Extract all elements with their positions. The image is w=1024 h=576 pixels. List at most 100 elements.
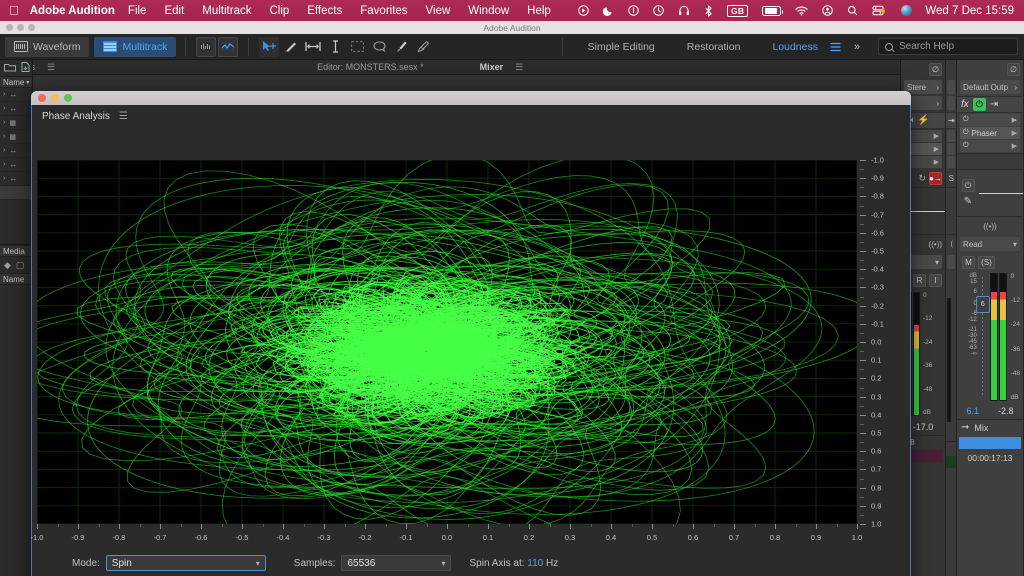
expand-chevron-icon[interactable]: › <box>3 105 5 112</box>
list-item[interactable]: › ↔ <box>0 88 32 102</box>
menu-clock[interactable]: Wed 7 Dec 15:59 <box>919 5 1024 17</box>
list-item[interactable]: › ↔ <box>0 144 32 158</box>
list-item[interactable]: › ▦ <box>0 130 32 144</box>
workspace-more-button[interactable]: » <box>847 37 867 57</box>
close-icon[interactable] <box>38 94 46 102</box>
search-help-input[interactable]: Search Help <box>878 38 1018 55</box>
marquee-select-icon[interactable] <box>347 37 367 57</box>
list-item[interactable]: › ↔ <box>0 172 32 186</box>
media-name-column-header[interactable]: Name <box>0 273 32 285</box>
master-bus-row[interactable]: ➞ Mix <box>957 419 1023 435</box>
workspace-menu-icon[interactable] <box>825 37 845 57</box>
info-circle-icon[interactable] <box>621 5 646 16</box>
headphones-icon[interactable] <box>671 5 697 16</box>
multitrack-view-button[interactable]: Multitrack <box>94 36 177 57</box>
media-browser-title[interactable]: Media <box>0 245 32 257</box>
razor-text-cursor-icon[interactable] <box>325 37 345 57</box>
spot-healing-brush-icon[interactable] <box>413 37 433 57</box>
bluetooth-icon[interactable] <box>697 4 720 17</box>
chevron-right-icon[interactable]: ▶ <box>1012 142 1017 150</box>
account-icon[interactable] <box>815 5 840 16</box>
input-monitor-button[interactable]: I <box>929 273 942 287</box>
read-automation-icon[interactable]: ↻ <box>918 173 926 184</box>
list-item[interactable] <box>0 186 32 200</box>
narrow-slot[interactable] <box>947 156 955 168</box>
record-arm-icon[interactable]: ●→ <box>929 171 942 185</box>
expand-chevron-icon[interactable]: › <box>3 161 5 168</box>
list-item[interactable]: › ↔ <box>0 158 32 172</box>
phase-window-titlebar[interactable] <box>31 91 911 105</box>
tab-mixer[interactable]: Mixer <box>472 62 512 72</box>
effect-slot-2[interactable]: ⏻ Phaser ▶ <box>960 127 1020 139</box>
power-icon[interactable]: ⏻ <box>963 129 969 137</box>
workspace-loudness[interactable]: Loudness <box>756 41 824 53</box>
clock-icon[interactable] <box>646 5 671 16</box>
menu-window[interactable]: Window <box>459 5 518 17</box>
effect-slot-3[interactable]: ⏻ ▶ <box>960 140 1020 152</box>
fader-handle[interactable]: 6 <box>975 296 990 313</box>
files-name-column-header[interactable]: Name ▾ <box>0 76 32 88</box>
workspace-simple-editing[interactable]: Simple Editing <box>572 41 671 53</box>
siri-icon[interactable] <box>894 5 919 16</box>
narrow-field[interactable] <box>947 96 955 110</box>
power-icon[interactable]: ⏻ <box>963 142 969 150</box>
trash-icon[interactable]: ▢ <box>16 260 25 271</box>
mixer-panel-menu-icon[interactable]: ☰ <box>511 62 527 73</box>
list-item[interactable]: › ▦ <box>0 116 32 130</box>
spin-axis-value[interactable]: 110 <box>527 558 543 569</box>
shortcuts-icon[interactable]: ◆ <box>4 260 11 271</box>
waveform-view-button[interactable]: Waveform <box>5 36 90 57</box>
expand-chevron-icon[interactable]: › <box>3 119 5 126</box>
expand-chevron-icon[interactable]: › <box>3 147 5 154</box>
chevron-right-icon[interactable]: ▶ <box>1012 129 1017 137</box>
paintbrush-select-icon[interactable] <box>391 37 411 57</box>
menu-app-name[interactable]: Adobe Audition <box>30 5 119 17</box>
expand-chevron-icon[interactable]: › <box>3 175 5 182</box>
expand-chevron-icon[interactable]: › <box>3 133 5 140</box>
import-file-icon[interactable] <box>21 62 30 74</box>
menu-favorites[interactable]: Favorites <box>351 5 416 17</box>
mute-button[interactable]: M <box>962 255 975 269</box>
spectral-frequency-icon[interactable] <box>196 36 217 57</box>
master-send-area[interactable]: ⏻ ✎ <box>957 169 1023 217</box>
input-route-icon[interactable]: ⇥ <box>990 99 998 110</box>
time-selection-icon[interactable] <box>303 37 323 57</box>
pan-icon[interactable]: ((•)) <box>929 240 942 249</box>
move-tool-icon[interactable] <box>259 36 280 57</box>
list-item[interactable]: › ↔ <box>0 102 32 116</box>
phase-plot[interactable] <box>37 160 857 524</box>
phase-invert-icon[interactable]: ∅ <box>1007 62 1020 76</box>
control-center-icon[interactable] <box>865 5 894 16</box>
menu-multitrack[interactable]: Multitrack <box>193 5 260 17</box>
menu-edit[interactable]: Edit <box>155 5 193 17</box>
menu-view[interactable]: View <box>417 5 460 17</box>
effect-slot-1[interactable]: ⏻ ▶ <box>960 114 1020 126</box>
record-button[interactable]: R <box>913 273 926 287</box>
battery-charging-icon[interactable] <box>755 5 788 16</box>
samples-select[interactable]: 65536 ▾ <box>341 555 452 571</box>
tab-editor[interactable]: Editor: MONSTERS.sesx * <box>309 62 432 72</box>
input-source-badge[interactable]: GB <box>720 4 755 17</box>
menu-help[interactable]: Help <box>518 5 560 17</box>
pan-icon[interactable]: ((•)) <box>983 222 996 231</box>
input-route-icon[interactable]: ⇥ <box>948 116 955 125</box>
menu-clip[interactable]: Clip <box>260 5 298 17</box>
pencil-icon[interactable]: ✎ <box>964 196 972 207</box>
narrow-slot[interactable] <box>947 130 955 142</box>
narrow-field[interactable] <box>947 80 955 94</box>
solo-icon[interactable]: S <box>949 174 954 183</box>
menu-file[interactable]: File <box>119 5 156 17</box>
power-fx-icon[interactable]: ⚡ <box>917 115 929 126</box>
automation-mode-select[interactable]: Read ▾ <box>960 237 1020 251</box>
maximize-icon[interactable] <box>64 94 72 102</box>
phase-invert-icon[interactable]: ∅ <box>929 62 942 76</box>
narrow-pan[interactable] <box>946 187 956 235</box>
expand-chevron-icon[interactable]: › <box>3 91 5 98</box>
wifi-icon[interactable] <box>788 5 815 16</box>
minimize-icon[interactable] <box>51 94 59 102</box>
power-icon[interactable]: ⏻ <box>972 98 986 111</box>
phase-analysis-window[interactable]: Phase Analysis ☰ -1.0 -0.9 -0.8 -0.7 -0.6 -0.… <box>31 91 911 576</box>
moon-icon[interactable] <box>596 5 621 16</box>
fader-track[interactable]: 6 <box>975 273 990 401</box>
power-icon[interactable]: ⏻ <box>963 116 969 124</box>
